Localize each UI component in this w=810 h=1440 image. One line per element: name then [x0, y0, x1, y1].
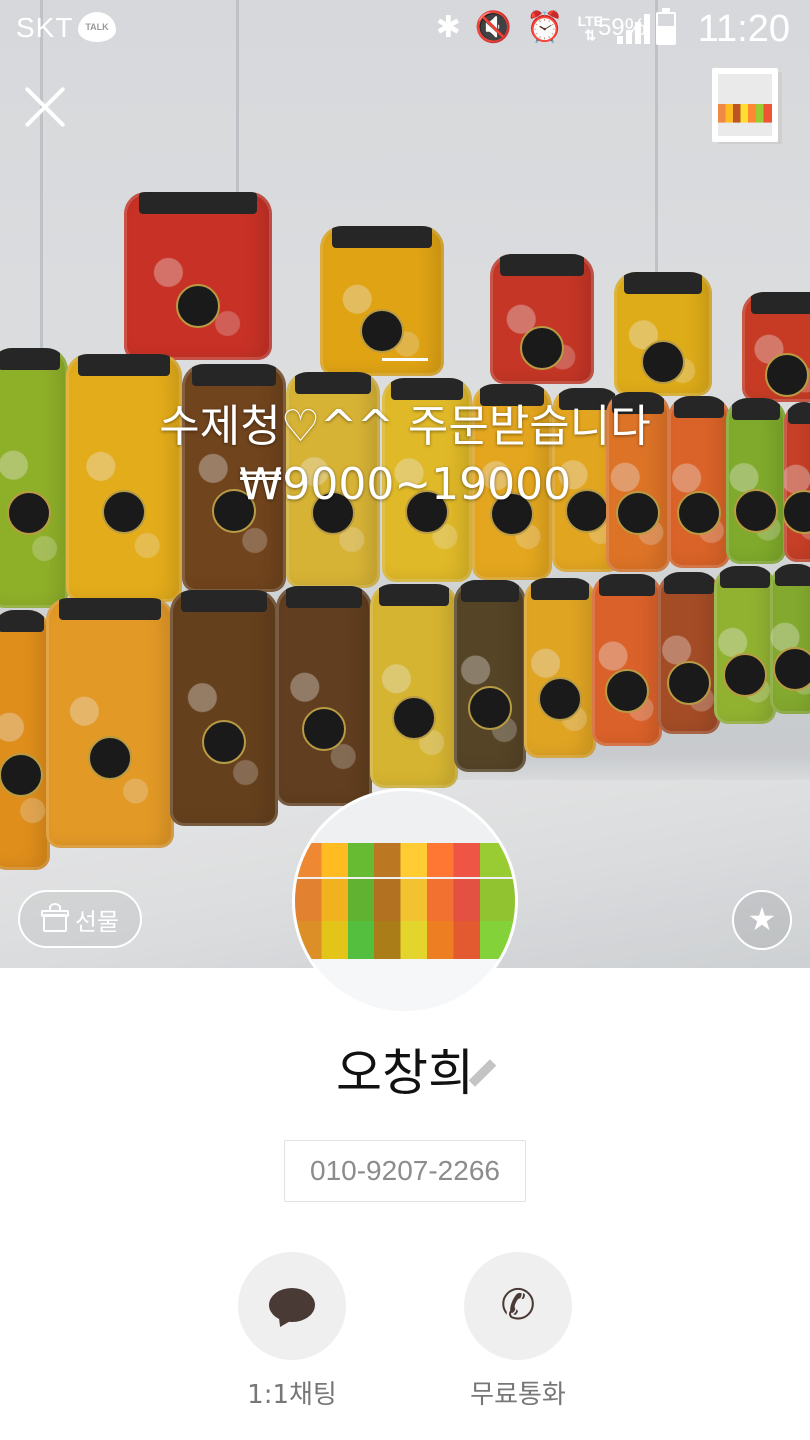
clock: 11:20	[697, 8, 790, 50]
mute-icon: 🔇	[474, 11, 513, 44]
phone-icon: ✆	[500, 1280, 536, 1329]
chat-bubble-icon	[269, 1288, 315, 1322]
battery-percent: 59%	[597, 14, 646, 41]
kakaotalk-notification-icon: TALK	[78, 12, 116, 42]
free-call-button[interactable]: ✆ 무료통화	[438, 1252, 598, 1411]
status-message-line: ₩9000~19000	[238, 459, 572, 510]
status-bar: SKT TALK ✱ 🔇 ⏰ LTE ⇅ 59% 11:20	[0, 0, 810, 58]
gift-icon	[40, 903, 69, 934]
cover-gallery-button[interactable]	[712, 68, 778, 142]
phone-number[interactable]: 010-9207-2266	[284, 1140, 526, 1202]
cover-thumbnail	[718, 74, 772, 136]
status-message: 수제청♡^^ 주문받습니다 ₩9000~19000	[0, 398, 810, 514]
status-message-line: 수제청♡^^ 주문받습니다	[159, 401, 651, 452]
gift-button[interactable]: 선물	[18, 890, 142, 948]
battery-icon	[656, 8, 676, 45]
chat-button-circle[interactable]	[238, 1252, 346, 1360]
call-button-circle[interactable]: ✆	[464, 1252, 572, 1360]
gift-label: 선물	[74, 907, 120, 936]
alarm-icon: ⏰	[526, 11, 564, 44]
title-divider	[382, 358, 428, 361]
bluetooth-icon: ✱	[435, 11, 461, 44]
chat-label: 1:1채팅	[247, 1380, 337, 1410]
carrier-label: SKT	[16, 12, 74, 43]
star-icon: ★	[747, 900, 777, 938]
profile-name: 오창희	[336, 1044, 474, 1102]
chat-button[interactable]: 1:1채팅	[212, 1252, 372, 1411]
close-icon[interactable]	[22, 84, 68, 130]
edit-pencil-icon[interactable]	[466, 1059, 498, 1092]
avatar[interactable]	[292, 788, 518, 1014]
favorite-star-button[interactable]: ★	[732, 890, 792, 950]
call-label: 무료통화	[470, 1380, 566, 1410]
